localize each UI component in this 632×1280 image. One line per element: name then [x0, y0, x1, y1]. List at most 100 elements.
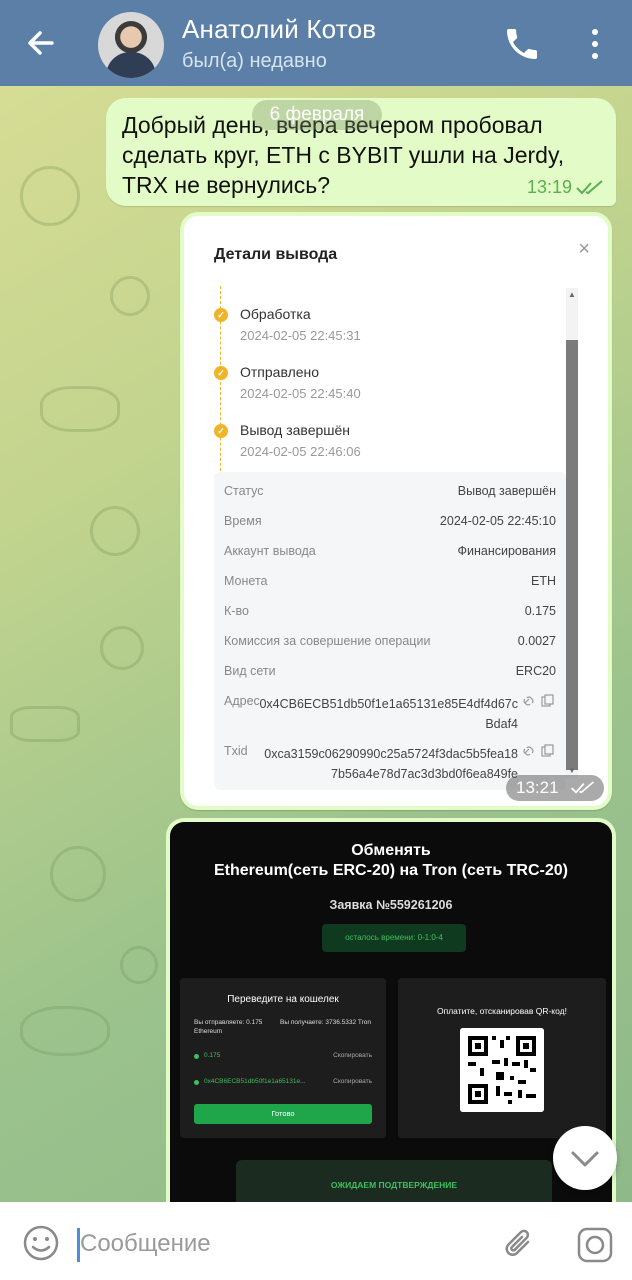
detail-row: К-во 0.175 — [224, 598, 556, 628]
detail-value: Финансирования — [457, 544, 557, 558]
call-button[interactable] — [502, 24, 542, 64]
image-time-badge: 13:21 — [506, 775, 604, 801]
scroll-up-icon[interactable]: ▲ — [566, 288, 578, 302]
detail-row: Комиссия за совершение операции 0.0027 — [224, 628, 556, 658]
double-check-icon — [576, 180, 603, 195]
wallpaper-doodle — [20, 166, 80, 226]
detail-row: Аккаунт вывода Финансирования — [224, 538, 556, 568]
wallpaper-doodle — [100, 626, 144, 670]
timeline-label: Обработка — [240, 306, 311, 322]
more-menu-button[interactable] — [580, 24, 610, 64]
wallet-panel: Переведите на кошелек Вы отправляете: 0.… — [180, 978, 386, 1138]
detail-row-address: Адрес 0x4CB6ECB51db50f1e1a65131e85E4df4d… — [224, 688, 556, 736]
back-button[interactable] — [20, 22, 62, 64]
avatar[interactable] — [98, 12, 164, 78]
chevron-down-icon — [571, 1151, 599, 1167]
detail-label: Монета — [224, 574, 268, 588]
camera-icon — [577, 1227, 613, 1263]
detail-value: 0x4CB6ECB51db50f1e1a65131e85E4df4d67cBda… — [259, 697, 518, 731]
detail-row-txid: Txid 0xca3159c06290990c25a5724f3dac5b5fe… — [224, 738, 556, 786]
detail-value: 0xca3159c06290990c25a5724f3dac5b5fea187b… — [264, 747, 518, 781]
attach-button[interactable] — [500, 1224, 540, 1264]
wallpaper-doodle — [90, 506, 140, 556]
detail-label: Аккаунт вывода — [224, 544, 316, 558]
exchange-subtitle: Ethereum(сеть ERC-20) на Tron (сеть TRC-… — [214, 862, 568, 879]
chat-header: Анатолий Котов был(а) недавно — [0, 0, 632, 86]
qr-code-icon — [460, 1028, 544, 1112]
timeline-time: 2024-02-05 22:45:31 — [240, 328, 361, 343]
check-icon: ✓ — [214, 424, 228, 438]
double-check-icon — [571, 781, 595, 794]
detail-label: Комиссия за совершение операции — [224, 634, 431, 648]
detail-label: Статус — [224, 484, 264, 498]
emoji-button[interactable] — [22, 1224, 60, 1262]
waiting-text: ОЖИДАЕМ ПОДТВЕРЖДЕНИЕ — [330, 1180, 458, 1190]
qr-panel: Оплатите, отсканировав QR-код! — [398, 978, 606, 1138]
link-copy-icon[interactable] — [522, 744, 556, 758]
detail-label: Время — [224, 514, 262, 528]
more-vertical-icon — [592, 29, 598, 59]
waiting-box: ОЖИДАЕМ ПОДТВЕРЖДЕНИЕ — [236, 1160, 552, 1208]
emoji-icon — [23, 1225, 59, 1261]
detail-row: Время 2024-02-05 22:45:10 — [224, 508, 556, 538]
withdrawal-details-table: Статус Вывод завершён Время 2024-02-05 2… — [214, 472, 566, 790]
wallpaper-doodle — [10, 706, 80, 742]
details-scrollbar[interactable]: ▲ ▼ — [566, 288, 578, 778]
detail-row: Статус Вывод завершён — [224, 478, 556, 508]
wallpaper-doodle — [120, 946, 158, 984]
wallpaper-doodle — [40, 386, 120, 432]
status-dot — [194, 1054, 199, 1059]
close-icon: × — [578, 238, 590, 260]
detail-value: ERC20 — [515, 664, 556, 678]
image-time: 13:21 — [516, 778, 559, 797]
wallpaper-doodle — [110, 276, 150, 316]
check-icon: ✓ — [214, 308, 228, 322]
copy-button[interactable]: Скопировать — [333, 1078, 372, 1085]
address-row: 0x4CB6ECB51db50f1e1a65131e... Скопироват… — [194, 1078, 372, 1090]
contact-status: был(а) недавно — [182, 50, 327, 72]
check-icon: ✓ — [214, 366, 228, 380]
scroll-to-bottom-button[interactable] — [553, 1126, 617, 1190]
receive-amount: Вы получаете: 3736.5332 Tron — [280, 1019, 372, 1026]
wallet-panel-title: Переведите на кошелек — [227, 994, 339, 1005]
date-separator: 6 февраля — [252, 100, 382, 130]
wallpaper-doodle — [20, 1006, 110, 1056]
image-message-exchange[interactable]: Обменять Ethereum(сеть ERC-20) на Tron (… — [166, 818, 616, 1208]
phone-icon — [507, 29, 537, 59]
detail-label: Адрес — [224, 694, 260, 708]
detail-value: Вывод завершён — [457, 484, 556, 498]
address-value: 0x4CB6ECB51db50f1e1a65131e... — [204, 1078, 306, 1085]
timeline-label: Отправлено — [240, 364, 320, 380]
copy-button[interactable]: Скопировать — [333, 1052, 372, 1059]
exchange-title: Обменять — [351, 842, 431, 859]
detail-value: ETH — [531, 574, 556, 588]
withdrawal-title: Детали вывода — [214, 246, 338, 263]
detail-value: 0.175 — [524, 604, 556, 618]
done-button[interactable]: Готово — [194, 1104, 372, 1124]
scrollbar-thumb[interactable] — [566, 340, 578, 770]
timeline-time: 2024-02-05 22:45:40 — [240, 386, 361, 401]
message-time: 13:19 — [526, 177, 572, 197]
link-copy-icon[interactable] — [522, 694, 556, 708]
paperclip-icon — [505, 1229, 530, 1256]
detail-label: Txid — [224, 744, 248, 758]
order-number: Заявка №559261206 — [329, 898, 453, 912]
detail-value: 0.0027 — [517, 634, 556, 648]
withdrawal-details-card: Детали вывода × ✓ Обработка 2024-02-05 2… — [184, 216, 608, 806]
back-arrow-icon — [28, 31, 54, 55]
address-actions — [522, 694, 556, 711]
send-amount: Вы отправляете: 0.175 Ethereum — [194, 1019, 263, 1035]
qr-panel-title: Оплатите, отсканировав QR-код! — [436, 1006, 567, 1016]
message-input[interactable] — [80, 1224, 480, 1264]
detail-row: Вид сети ERC20 — [224, 658, 556, 688]
amount-row: 0.175 Скопировать — [194, 1052, 372, 1064]
timeline-label: Вывод завершён — [240, 422, 351, 438]
image-message-withdrawal[interactable]: Детали вывода × ✓ Обработка 2024-02-05 2… — [180, 212, 612, 810]
camera-button[interactable] — [574, 1224, 616, 1266]
exchange-screenshot: Обменять Ethereum(сеть ERC-20) на Tron (… — [170, 822, 612, 1208]
wallpaper-doodle — [50, 846, 106, 902]
contact-name[interactable]: Анатолий Котов — [182, 14, 376, 45]
detail-label: К-во — [224, 604, 249, 618]
timer-badge: осталось времени: 0-1:0-4 — [322, 924, 466, 952]
txid-actions — [522, 744, 556, 761]
